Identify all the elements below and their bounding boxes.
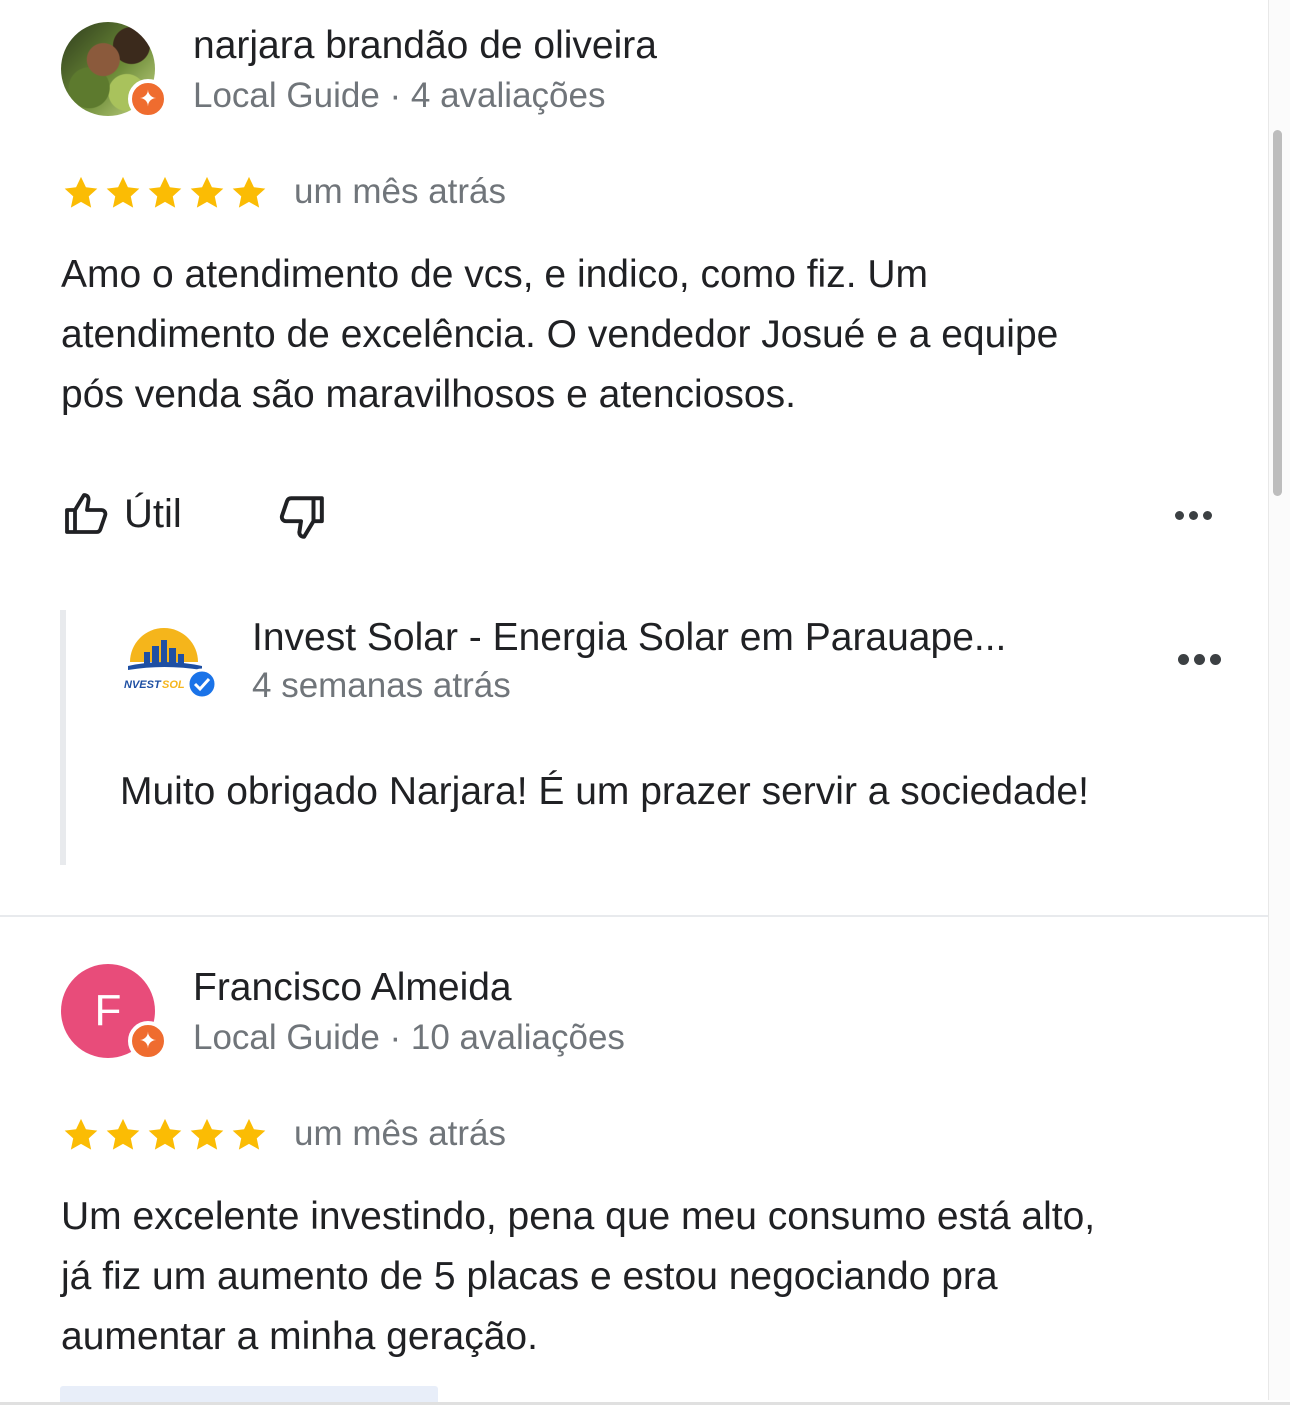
review-text-line: aumentar a minha geração. bbox=[61, 1315, 538, 1358]
owner-logo[interactable]: NVEST SOL bbox=[118, 622, 218, 702]
local-guide-badge-icon: ✦ bbox=[128, 1021, 168, 1061]
star-icon bbox=[106, 176, 140, 208]
reviews-page: ✦ narjara brandão de oliveira Local Guid… bbox=[0, 0, 1290, 1415]
review-text-line: Um excelente investindo, pena que meu co… bbox=[61, 1195, 1096, 1238]
reviewer-name[interactable]: narjara brandão de oliveira bbox=[193, 24, 657, 68]
owner-name[interactable]: Invest Solar - Energia Solar em Parauape… bbox=[252, 616, 1006, 660]
review-time: um mês atrás bbox=[294, 172, 506, 211]
review-text-line: Amo o atendimento de vcs, e indico, como… bbox=[61, 253, 929, 296]
svg-text:SOL: SOL bbox=[162, 679, 185, 691]
thumbs-up-icon bbox=[65, 493, 108, 534]
review-text-line: já fiz um aumento de 5 placas e estou ne… bbox=[61, 1255, 998, 1298]
star-rating bbox=[62, 174, 268, 212]
thumbs-down-icon bbox=[279, 496, 324, 539]
more-options-button[interactable] bbox=[1175, 511, 1212, 520]
svg-text:NVEST: NVEST bbox=[124, 679, 162, 691]
reviewer-name[interactable]: Francisco Almeida bbox=[193, 966, 512, 1010]
review-text-line: pós venda são maravilhosos e atenciosos. bbox=[61, 373, 796, 416]
star-icon bbox=[148, 1118, 182, 1150]
star-icon bbox=[190, 1118, 224, 1150]
reviewer-meta: Local Guide · 4 avaliações bbox=[193, 76, 606, 115]
helpful-button[interactable]: Útil bbox=[62, 490, 182, 538]
more-dot-icon bbox=[1203, 511, 1212, 520]
review-text-line: atendimento de excelência. O vendedor Jo… bbox=[61, 313, 1059, 356]
review-divider bbox=[0, 915, 1268, 917]
star-rating bbox=[62, 1116, 268, 1154]
more-dot-icon bbox=[1210, 654, 1221, 665]
star-icon bbox=[232, 176, 266, 208]
review-text: Amo o atendimento de vcs, e indico, como… bbox=[61, 245, 1241, 425]
invest-solar-logo-icon: NVEST SOL bbox=[124, 628, 218, 700]
reviewer-meta: Local Guide · 10 avaliações bbox=[193, 1018, 625, 1057]
owner-response-time: 4 semanas atrás bbox=[252, 666, 511, 705]
bottom-edge bbox=[0, 1402, 1290, 1405]
more-dot-icon bbox=[1178, 654, 1189, 665]
response-more-options-button[interactable] bbox=[1178, 654, 1221, 665]
more-dot-icon bbox=[1194, 654, 1205, 665]
star-icon bbox=[232, 1118, 266, 1150]
local-guide-badge-icon: ✦ bbox=[128, 79, 168, 119]
owner-response: NVEST SOL Invest Solar - Energia Solar e… bbox=[60, 610, 1230, 865]
scrollbar-thumb[interactable] bbox=[1273, 130, 1282, 496]
star-icon bbox=[106, 1118, 140, 1150]
star-icon bbox=[64, 1118, 98, 1150]
photo-strip-preview[interactable] bbox=[60, 1386, 438, 1402]
review-text: Um excelente investindo, pena que meu co… bbox=[61, 1187, 1241, 1367]
star-icon bbox=[148, 176, 182, 208]
not-helpful-button[interactable] bbox=[276, 492, 326, 547]
star-icon bbox=[64, 176, 98, 208]
review-time: um mês atrás bbox=[294, 1114, 506, 1153]
more-dot-icon bbox=[1189, 511, 1198, 520]
helpful-label: Útil bbox=[124, 491, 182, 536]
more-dot-icon bbox=[1175, 511, 1184, 520]
star-icon bbox=[190, 176, 224, 208]
owner-response-text: Muito obrigado Narjara! É um prazer serv… bbox=[120, 770, 1089, 813]
